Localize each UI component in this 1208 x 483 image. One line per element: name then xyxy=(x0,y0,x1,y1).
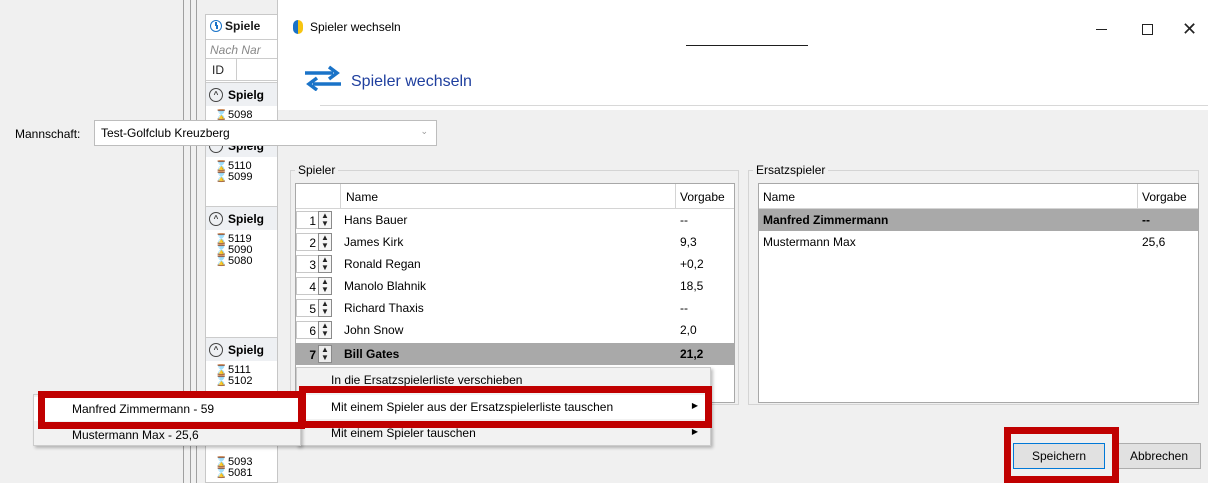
stepper-arrows-icon: ▲ ▼ xyxy=(318,277,332,295)
player-name: James Kirk xyxy=(344,235,404,249)
highlight-box xyxy=(1004,427,1119,483)
position-stepper[interactable]: 6 ▲ ▼ xyxy=(296,321,332,339)
substitute-handicap: -- xyxy=(1142,213,1150,227)
maximize-icon xyxy=(1141,23,1153,35)
stepper-arrows-icon: ▲ ▼ xyxy=(318,345,332,363)
hourglass-icon: ⌛ xyxy=(215,161,228,172)
player-name: Bill Gates xyxy=(344,347,400,361)
collapse-icon[interactable]: ^ xyxy=(209,87,223,102)
player-handicap: +0,2 xyxy=(680,257,704,271)
handicap-column-header[interactable]: Vorgabe xyxy=(1138,184,1198,209)
hourglass-icon: ⌛ xyxy=(215,365,228,376)
position-stepper[interactable]: 1 ▲ ▼ xyxy=(296,211,332,229)
substitutes-grid[interactable]: Name Vorgabe Manfred Zimmermann -- Muste… xyxy=(758,183,1199,403)
stepper-arrows-icon: ▲ ▼ xyxy=(318,321,332,339)
dialog-header: Spieler wechseln xyxy=(278,46,1208,110)
clock-icon xyxy=(210,20,222,32)
stepper-arrows-icon: ▲ ▼ xyxy=(318,233,332,251)
hourglass-icon: ⌛ xyxy=(215,245,228,256)
hourglass-icon: ⌛ xyxy=(215,376,228,387)
cancel-button[interactable]: Abbrechen xyxy=(1117,443,1201,469)
substitute-handicap: 25,6 xyxy=(1142,235,1166,249)
swap-arrows-icon xyxy=(305,65,341,91)
substitutes-group-label: Ersatzspieler xyxy=(756,163,826,177)
highlight-box xyxy=(299,386,712,428)
header-separator xyxy=(320,105,1208,106)
collapse-icon[interactable]: ^ xyxy=(209,342,223,357)
games-panel-title: Spiele xyxy=(210,19,260,33)
player-row[interactable]: 5 ▲ ▼ Richard Thaxis -- xyxy=(296,297,734,319)
player-row[interactable]: 3 ▲ ▼ Ronald Regan +0,2 xyxy=(296,253,734,275)
stepper-arrows-icon: ▲ ▼ xyxy=(318,255,332,273)
hourglass-icon: ⌛ xyxy=(215,256,228,267)
substitutes-grid-header: Name Vorgabe xyxy=(759,184,1198,209)
name-column-header[interactable]: Name xyxy=(341,184,676,209)
player-handicap: -- xyxy=(680,301,688,315)
handicap-column-header[interactable]: Vorgabe xyxy=(676,184,734,209)
substitute-name: Mustermann Max xyxy=(763,235,856,249)
dialog-heading: Spieler wechseln xyxy=(351,73,472,90)
position-stepper[interactable]: 5 ▲ ▼ xyxy=(296,299,332,317)
player-row[interactable]: 1 ▲ ▼ Hans Bauer -- xyxy=(296,209,734,231)
player-row[interactable]: 4 ▲ ▼ Manolo Blahnik 18,5 xyxy=(296,275,734,297)
team-label: Mannschaft: xyxy=(15,127,81,141)
player-handicap: 21,2 xyxy=(680,347,704,361)
submenu-arrow-icon: ▶ xyxy=(691,427,698,436)
player-name: Ronald Regan xyxy=(344,257,421,271)
hourglass-icon: ⌛ xyxy=(215,172,228,183)
player-row[interactable]: 2 ▲ ▼ James Kirk 9,3 xyxy=(296,231,734,253)
title-bar[interactable]: Spieler wechseln ✕ xyxy=(278,0,1208,46)
window-title: Spieler wechseln xyxy=(310,20,401,34)
player-name: John Snow xyxy=(344,323,404,337)
name-column-header[interactable]: Name xyxy=(759,184,1138,209)
maximize-button[interactable] xyxy=(1124,14,1170,44)
team-select[interactable]: Test-Golfclub Kreuzberg ⌄ xyxy=(94,120,437,146)
app-icon xyxy=(293,20,303,34)
minimize-icon xyxy=(1095,28,1107,30)
substitute-row[interactable]: Mustermann Max 25,6 xyxy=(759,231,1198,253)
stepper-arrows-icon: ▲ ▼ xyxy=(318,211,332,229)
close-icon: ✕ xyxy=(1181,18,1198,39)
player-handicap: 9,3 xyxy=(680,235,697,249)
position-stepper[interactable]: 3 ▲ ▼ xyxy=(296,255,332,273)
chevron-down-icon: ⌄ xyxy=(420,126,428,136)
player-name: Hans Bauer xyxy=(344,213,408,227)
hourglass-icon: ⌛ xyxy=(215,234,228,245)
stepper-arrows-icon: ▲ ▼ xyxy=(318,299,332,317)
players-group-label: Spieler xyxy=(298,163,336,177)
team-select-value: Test-Golfclub Kreuzberg xyxy=(101,126,230,140)
substitute-row-selected[interactable]: Manfred Zimmermann -- xyxy=(759,209,1198,231)
substitute-name: Manfred Zimmermann xyxy=(763,213,889,227)
position-stepper[interactable]: 2 ▲ ▼ xyxy=(296,233,332,251)
hourglass-icon: ⌛ xyxy=(215,457,228,468)
hourglass-icon: ⌛ xyxy=(215,468,228,479)
minimize-button[interactable] xyxy=(1078,14,1124,44)
position-stepper[interactable]: 4 ▲ ▼ xyxy=(296,277,332,295)
player-name: Manolo Blahnik xyxy=(344,279,427,293)
player-name: Richard Thaxis xyxy=(344,301,424,315)
player-row-selected[interactable]: 7 ▲ ▼ Bill Gates 21,2 xyxy=(296,343,734,365)
players-grid-header: Name Vorgabe xyxy=(296,184,734,209)
player-handicap: 18,5 xyxy=(680,279,704,293)
player-handicap: -- xyxy=(680,213,688,227)
collapse-icon[interactable]: ^ xyxy=(209,211,223,226)
close-button[interactable]: ✕ xyxy=(1170,14,1208,44)
player-row[interactable]: 6 ▲ ▼ John Snow 2,0 xyxy=(296,319,734,341)
highlight-box xyxy=(38,391,305,429)
player-handicap: 2,0 xyxy=(680,323,697,337)
position-stepper[interactable]: 7 ▲ ▼ xyxy=(296,345,332,363)
